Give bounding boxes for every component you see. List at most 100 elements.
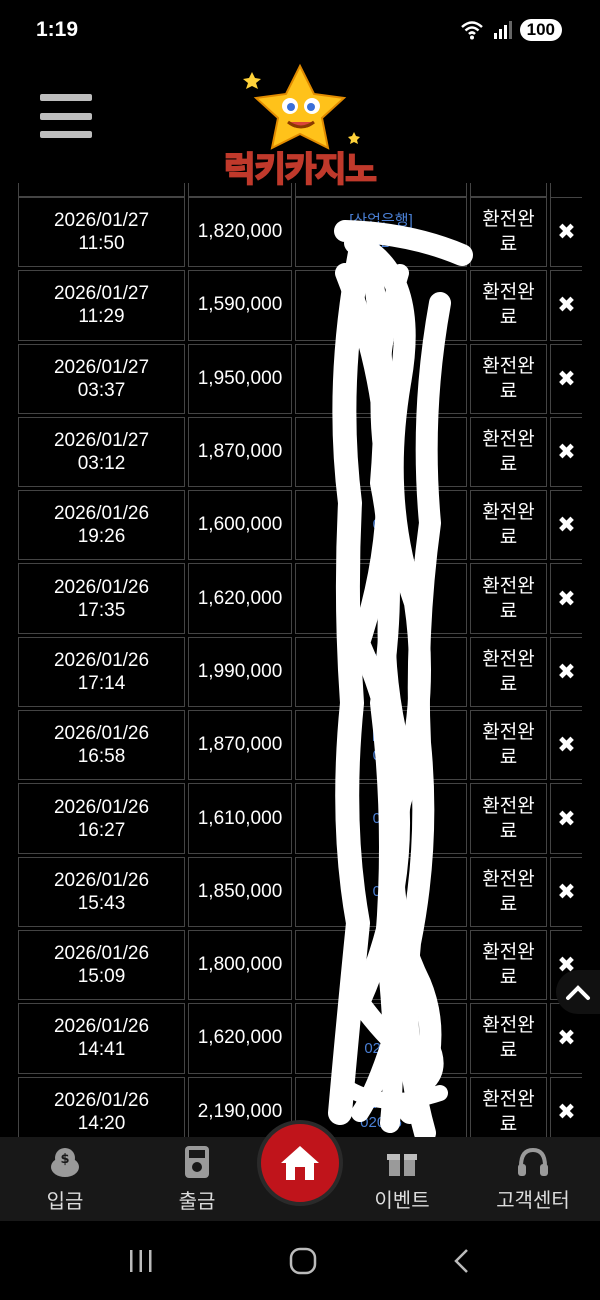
date-cell: 2026/01/26 15:43: [18, 856, 185, 927]
bank-cell: 02: [295, 856, 467, 927]
bank-account: 02: [372, 516, 390, 534]
delete-row-button[interactable]: ✖: [550, 783, 582, 854]
bank-name: [: [378, 358, 384, 376]
star-mascot-icon: [243, 63, 360, 150]
status-text-line2: 료: [499, 1113, 518, 1135]
status-text-line2: 료: [499, 527, 518, 549]
amount-cell: 1,950,000: [188, 343, 292, 414]
delete-row-button[interactable]: ✖: [550, 416, 582, 488]
status-text-line1: 환전완: [482, 795, 535, 817]
status-text-line2: 료: [499, 673, 518, 695]
time-text: 11:29: [78, 306, 125, 328]
time-text: 14:20: [77, 1112, 126, 1134]
casino-logo[interactable]: 럭키카지노: [214, 62, 386, 191]
status-cell: 환전완 료: [470, 1003, 547, 1074]
table-row: 2026/01/26 17:14 1,990,000 [산 02 환전완 료 ✖: [18, 636, 600, 710]
time-text: 17:14: [77, 672, 126, 694]
status-cell: 환전완 료: [470, 929, 547, 1001]
table-row: 2026/01/27 11:29 1,590,000 02 환전완 료 ✖: [18, 270, 600, 343]
table-row: 2026/01/27 11:50 1,820,000 [산업은행] 02 환전완 료 ✖: [18, 197, 600, 270]
bank-account: 02: [372, 234, 390, 252]
status-text-line1: 환전완: [482, 1088, 535, 1110]
date-text: 2026/01/26: [53, 723, 150, 745]
delete-row-button[interactable]: ✖: [550, 343, 582, 414]
table-row: 2026/01/26 14:41 1,620,000 [산 0209 환전완 료 ✖: [18, 1003, 600, 1076]
status-text-line1: 환전완: [482, 1015, 535, 1037]
bank-account: 02: [372, 673, 390, 691]
atm-icon: [185, 1145, 209, 1178]
status-text-line2: 료: [499, 307, 518, 329]
bank-cell: [산 02: [295, 710, 467, 781]
recent-apps-icon[interactable]: [126, 1247, 156, 1275]
time-text: 19:26: [77, 526, 126, 548]
signal-icon: [493, 21, 512, 39]
date-cell: 2026/01/27 11:50: [18, 197, 185, 268]
bank-cell: [02: [295, 343, 467, 414]
bank-cell: 02: [295, 783, 467, 854]
nav-deposit[interactable]: $ 입금: [10, 1137, 120, 1221]
delete-row-button[interactable]: ✖: [550, 563, 582, 634]
time-text: 16:27: [77, 819, 126, 841]
delete-row-button[interactable]: ✖: [550, 490, 582, 561]
chevron-up-icon: [566, 985, 590, 1000]
delete-row-button[interactable]: ✖: [550, 197, 582, 268]
status-cell: 환전완 료: [470, 490, 547, 561]
svg-text:$: $: [60, 1152, 69, 1167]
date-cell: 2026/01/26 19:26: [18, 490, 185, 561]
nav-event[interactable]: 이벤트: [347, 1137, 457, 1221]
status-text-line1: 환전완: [482, 209, 535, 231]
date-text: 2026/01/26: [53, 503, 150, 525]
back-icon[interactable]: [450, 1246, 474, 1276]
delete-row-button[interactable]: ✖: [550, 270, 582, 341]
gift-icon: [387, 1153, 417, 1176]
status-text-line2: 료: [499, 380, 518, 402]
date-text: 2026/01/26: [53, 1016, 150, 1038]
status-cell: 환전완 료: [470, 270, 547, 341]
bank-cell: 02: [295, 490, 467, 561]
date-cell: 2026/01/26 14:41: [18, 1003, 185, 1074]
bank-cell: 02: [295, 270, 467, 341]
hamburger-menu-icon[interactable]: [40, 94, 92, 138]
delete-row-button[interactable]: ✖: [550, 636, 582, 708]
bank-cell: [산 02: [295, 563, 467, 634]
amount-cell: 1,820,000: [188, 197, 292, 268]
table-row: 2026/01/26 17:35 1,620,000 [산 02 환전완 료 ✖: [18, 563, 600, 636]
time-text: 15:43: [77, 892, 126, 914]
status-cell: 환전완 료: [470, 343, 547, 414]
delete-row-button[interactable]: ✖: [550, 710, 582, 781]
amount-cell: 1,800,000: [188, 929, 292, 1001]
time-text: 11:50: [78, 233, 125, 255]
amount-cell: 1,620,000: [188, 1003, 292, 1074]
bank-name: [: [378, 945, 384, 963]
scroll-to-top-button[interactable]: [556, 970, 600, 1014]
bank-account: 02: [372, 443, 390, 461]
bank-name: [산: [372, 1091, 390, 1109]
nav-withdraw[interactable]: 출금: [142, 1137, 252, 1221]
status-text-line1: 환전완: [482, 429, 535, 451]
home-circle-icon[interactable]: [288, 1246, 318, 1276]
bank-name: [산: [372, 1018, 390, 1036]
table-row: 2026/01/26 15:09 1,800,000[02 환전완 료 ✖: [18, 929, 600, 1003]
amount-cell: 1,870,000: [188, 710, 292, 781]
table-row: 2026/01/26 15:43 1,850,000 02 환전완 료 ✖: [18, 856, 600, 930]
amount-cell: 1,870,000: [188, 416, 292, 488]
date-text: 2026/01/26: [53, 1089, 150, 1111]
date-cell: 2026/01/26 14:20: [18, 1076, 185, 1137]
bank-account: 02: [372, 380, 390, 398]
delete-row-button[interactable]: ✖: [550, 1076, 582, 1137]
amount-cell: 1,620,000: [188, 563, 292, 634]
date-cell: 2026/01/26 17:14: [18, 636, 185, 708]
delete-row-button[interactable]: ✖: [550, 856, 582, 927]
time-text: 16:58: [77, 746, 126, 768]
status-text-line1: 환전완: [482, 575, 535, 597]
home-button[interactable]: [257, 1120, 343, 1206]
status-cell: 환전완 료: [470, 197, 547, 268]
date-cell: 2026/01/26 15:09: [18, 929, 185, 1001]
bank-account: 02: [372, 600, 390, 618]
date-cell: 2026/01/26 16:27: [18, 783, 185, 854]
nav-support[interactable]: 고객센터: [478, 1137, 588, 1221]
table-row: 2026/01/26 16:27 1,610,000 02 환전완 료 ✖: [18, 783, 600, 856]
amount-cell: 1,600,000: [188, 490, 292, 561]
status-text-line1: 환전완: [482, 868, 535, 890]
status-cell: 환전완 료: [470, 563, 547, 634]
